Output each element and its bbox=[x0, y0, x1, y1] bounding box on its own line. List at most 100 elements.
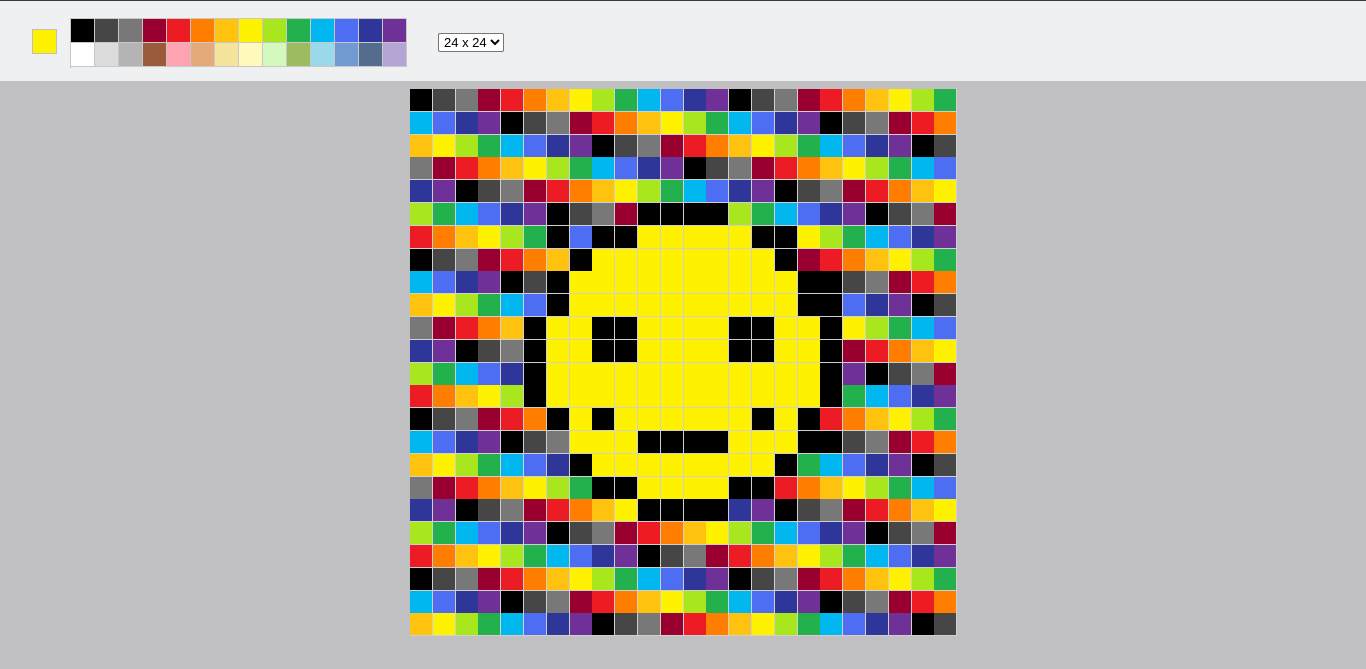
grid-cell[interactable] bbox=[797, 339, 820, 362]
grid-cell[interactable] bbox=[501, 567, 524, 590]
grid-cell[interactable] bbox=[592, 545, 615, 567]
grid-cell[interactable] bbox=[546, 590, 569, 613]
grid-cell[interactable] bbox=[501, 317, 524, 339]
grid-cell[interactable] bbox=[569, 111, 592, 134]
grid-cell[interactable] bbox=[501, 225, 524, 248]
grid-cell[interactable] bbox=[934, 294, 957, 317]
grid-cell[interactable] bbox=[615, 408, 638, 431]
grid-cell[interactable] bbox=[638, 590, 660, 613]
grid-cell[interactable] bbox=[934, 271, 957, 294]
grid-cell[interactable] bbox=[911, 203, 934, 225]
grid-cell[interactable] bbox=[501, 271, 524, 294]
grid-cell[interactable] bbox=[888, 431, 911, 453]
grid-cell[interactable] bbox=[683, 248, 706, 271]
palette-swatch[interactable] bbox=[239, 43, 263, 67]
palette-swatch[interactable] bbox=[263, 19, 287, 43]
grid-cell[interactable] bbox=[546, 225, 569, 248]
grid-cell[interactable] bbox=[683, 567, 706, 590]
grid-cell[interactable] bbox=[911, 248, 934, 271]
grid-cell[interactable] bbox=[888, 134, 911, 157]
grid-cell[interactable] bbox=[455, 134, 478, 157]
grid-cell[interactable] bbox=[592, 522, 615, 545]
grid-cell[interactable] bbox=[660, 567, 683, 590]
grid-cell[interactable] bbox=[615, 522, 638, 545]
grid-cell[interactable] bbox=[615, 545, 638, 567]
grid-cell[interactable] bbox=[706, 590, 729, 613]
grid-cell[interactable] bbox=[729, 613, 752, 636]
grid-cell[interactable] bbox=[706, 225, 729, 248]
grid-cell[interactable] bbox=[432, 590, 455, 613]
grid-cell[interactable] bbox=[866, 180, 888, 203]
grid-cell[interactable] bbox=[934, 453, 957, 476]
grid-cell[interactable] bbox=[410, 408, 432, 431]
grid-cell[interactable] bbox=[615, 134, 638, 157]
grid-cell[interactable] bbox=[410, 567, 432, 590]
grid-cell[interactable] bbox=[546, 248, 569, 271]
grid-cell[interactable] bbox=[432, 408, 455, 431]
grid-cell[interactable] bbox=[432, 362, 455, 385]
grid-cell[interactable] bbox=[501, 385, 524, 408]
grid-cell[interactable] bbox=[501, 134, 524, 157]
grid-cell[interactable] bbox=[478, 522, 501, 545]
grid-cell[interactable] bbox=[843, 499, 866, 522]
grid-cell[interactable] bbox=[501, 203, 524, 225]
grid-cell[interactable] bbox=[683, 225, 706, 248]
grid-cell[interactable] bbox=[410, 590, 432, 613]
grid-cell[interactable] bbox=[774, 180, 797, 203]
grid-cell[interactable] bbox=[752, 111, 774, 134]
grid-cell[interactable] bbox=[638, 362, 660, 385]
grid-cell[interactable] bbox=[478, 408, 501, 431]
grid-cell[interactable] bbox=[660, 180, 683, 203]
grid-cell[interactable] bbox=[569, 339, 592, 362]
grid-cell[interactable] bbox=[866, 522, 888, 545]
grid-cell[interactable] bbox=[592, 567, 615, 590]
grid-cell[interactable] bbox=[478, 294, 501, 317]
grid-cell[interactable] bbox=[888, 408, 911, 431]
grid-cell[interactable] bbox=[501, 545, 524, 567]
grid-cell[interactable] bbox=[706, 522, 729, 545]
grid-cell[interactable] bbox=[774, 522, 797, 545]
grid-cell[interactable] bbox=[524, 567, 546, 590]
grid-cell[interactable] bbox=[683, 271, 706, 294]
grid-cell[interactable] bbox=[843, 180, 866, 203]
grid-cell[interactable] bbox=[752, 613, 774, 636]
grid-cell[interactable] bbox=[683, 613, 706, 636]
grid-cell[interactable] bbox=[911, 362, 934, 385]
grid-cell[interactable] bbox=[752, 522, 774, 545]
palette-swatch[interactable] bbox=[311, 43, 335, 67]
grid-cell[interactable] bbox=[455, 499, 478, 522]
grid-cell[interactable] bbox=[455, 567, 478, 590]
grid-cell[interactable] bbox=[455, 180, 478, 203]
grid-cell[interactable] bbox=[615, 225, 638, 248]
grid-cell[interactable] bbox=[478, 339, 501, 362]
grid-cell[interactable] bbox=[546, 385, 569, 408]
grid-cell[interactable] bbox=[752, 134, 774, 157]
grid-cell[interactable] bbox=[797, 111, 820, 134]
grid-cell[interactable] bbox=[888, 590, 911, 613]
grid-cell[interactable] bbox=[501, 408, 524, 431]
grid-cell[interactable] bbox=[774, 225, 797, 248]
grid-cell[interactable] bbox=[592, 453, 615, 476]
grid-cell[interactable] bbox=[478, 271, 501, 294]
grid-cell[interactable] bbox=[843, 157, 866, 180]
grid-cell[interactable] bbox=[569, 203, 592, 225]
grid-cell[interactable] bbox=[934, 89, 957, 111]
grid-cell[interactable] bbox=[638, 476, 660, 499]
grid-cell[interactable] bbox=[432, 271, 455, 294]
grid-cell[interactable] bbox=[524, 339, 546, 362]
grid-cell[interactable] bbox=[843, 431, 866, 453]
grid-cell[interactable] bbox=[569, 225, 592, 248]
grid-cell[interactable] bbox=[752, 567, 774, 590]
grid-cell[interactable] bbox=[410, 545, 432, 567]
grid-cell[interactable] bbox=[820, 385, 843, 408]
grid-cell[interactable] bbox=[638, 134, 660, 157]
grid-cell[interactable] bbox=[706, 339, 729, 362]
grid-cell[interactable] bbox=[934, 545, 957, 567]
grid-cell[interactable] bbox=[638, 385, 660, 408]
grid-cell[interactable] bbox=[797, 431, 820, 453]
grid-cell[interactable] bbox=[546, 271, 569, 294]
grid-cell[interactable] bbox=[774, 476, 797, 499]
grid-cell[interactable] bbox=[706, 453, 729, 476]
grid-cell[interactable] bbox=[638, 453, 660, 476]
grid-cell[interactable] bbox=[729, 362, 752, 385]
